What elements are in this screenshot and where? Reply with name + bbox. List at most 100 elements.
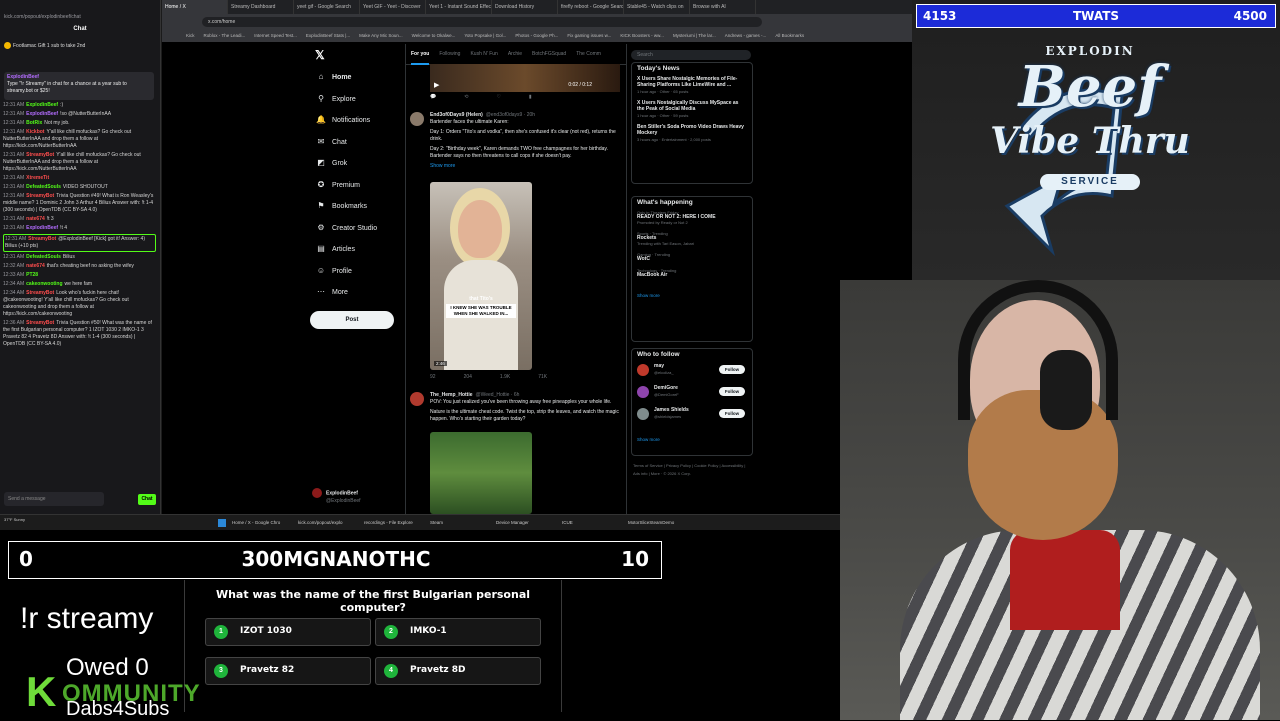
- bookmark-item[interactable]: Andrews - games -...: [725, 33, 767, 38]
- taskbar-app[interactable]: Device Manager: [496, 515, 529, 530]
- message-user[interactable]: DefeatedSouls: [26, 184, 61, 190]
- bookmark-item[interactable]: KICK Boosters - ww...: [620, 33, 664, 38]
- timeline-tab[interactable]: Kush N' Fun: [470, 44, 497, 64]
- message-user[interactable]: XtremeTit: [26, 175, 49, 181]
- nav-item-home[interactable]: ⌂ Home: [315, 70, 410, 84]
- tweet-avatar[interactable]: [410, 392, 424, 406]
- browser-tab[interactable]: Yeet GIF - Yeet - Discover: [360, 0, 426, 14]
- reply-count[interactable]: 92: [430, 374, 436, 380]
- bookmark-item[interactable]: Fix gaming issues w...: [567, 33, 611, 38]
- nav-item-profile[interactable]: ☺ Profile: [315, 264, 410, 278]
- search-input[interactable]: Search: [631, 50, 751, 60]
- message-user[interactable]: BotRix: [26, 120, 42, 126]
- taskbar-app[interactable]: MotorSliceSteamDemo: [628, 515, 674, 530]
- bookmark-item[interactable]: Roblox - The Leadi...: [204, 33, 246, 38]
- message-user[interactable]: ExplodinBeef: [26, 111, 58, 117]
- like-icon[interactable]: ♡: [496, 94, 500, 100]
- tweet-author[interactable]: End3of0Days9 (Helen) @end3of0days9 · 20h: [430, 112, 535, 118]
- taskbar-app[interactable]: Home / X - Google Chro: [232, 515, 280, 530]
- tweet-author[interactable]: The_Hemp_Hottie @Weed_Hottie · 6h: [430, 392, 519, 398]
- message-user[interactable]: cakeonwooting: [26, 281, 62, 287]
- retweet-icon[interactable]: ⟲: [464, 94, 468, 100]
- tweet-avatar[interactable]: [410, 112, 424, 126]
- tweet-image[interactable]: [430, 432, 532, 514]
- browser-tab[interactable]: Download History: [492, 0, 558, 14]
- trend-item[interactable]: Technology · Trending MacBook Air: [637, 268, 747, 278]
- message-user[interactable]: nate674: [26, 216, 45, 222]
- chat-url[interactable]: kick.com/popout/explodinbeef/chat: [4, 14, 156, 23]
- browser-tab[interactable]: Home / X: [162, 0, 228, 14]
- chat-message-list[interactable]: 12:31 AM ExplodinBeef:) 12:31 AM ExplodinBe…: [3, 102, 156, 484]
- nav-item-notifications[interactable]: 🔔 Notifications: [315, 113, 410, 127]
- like-count[interactable]: 1.9K: [500, 374, 510, 380]
- message-user[interactable]: StreamyBot: [26, 290, 54, 296]
- taskbar-app[interactable]: ICUE: [562, 515, 573, 530]
- nav-item-bookmarks[interactable]: ⚑ Bookmarks: [315, 199, 410, 213]
- footer-links[interactable]: Terms of Service | Privacy Policy | Cook…: [633, 462, 753, 478]
- nav-item-creator-studio[interactable]: ⚙ Creator Studio: [315, 221, 410, 235]
- play-icon[interactable]: ▶: [434, 81, 439, 89]
- news-item[interactable]: X Users Nostalgically Discuss MySpace as…: [637, 100, 747, 119]
- views-icon[interactable]: ▮: [529, 94, 532, 100]
- message-user[interactable]: nate674: [26, 263, 45, 269]
- follow-suggestion[interactable]: James Shields @shieldsjames Follow: [637, 406, 747, 428]
- chat-input[interactable]: Send a message: [4, 492, 104, 506]
- message-user[interactable]: ExplodinBeef: [26, 225, 58, 231]
- bookmark-item[interactable]: Make Any Mic Soun...: [359, 33, 403, 38]
- message-user[interactable]: ExplodinBeef: [26, 102, 58, 108]
- video-player[interactable]: ▶ 0:02 / 0:12: [430, 64, 620, 92]
- follow-suggestion[interactable]: may @elcoliza_ Follow: [637, 362, 747, 384]
- nav-item-chat[interactable]: ✉ Chat: [315, 135, 410, 149]
- bookmark-item[interactable]: Yoto Popsake | Gol...: [464, 33, 506, 38]
- show-more-link[interactable]: Show more: [637, 437, 660, 442]
- bookmark-item[interactable]: Photos - Google Ph...: [515, 33, 558, 38]
- message-user[interactable]: DefeatedSouls: [26, 254, 61, 260]
- nav-profile[interactable]: ExplodinBeef @ExplodinBeef: [312, 488, 407, 504]
- address-bar[interactable]: x.com/home: [202, 17, 762, 27]
- message-user[interactable]: PT28: [26, 272, 38, 278]
- bookmark-item[interactable]: Kick: [186, 33, 195, 38]
- follow-suggestion[interactable]: DemiGore @DemiGoreF Follow: [637, 384, 747, 406]
- weather-widget[interactable]: 37°F Sunny: [4, 517, 25, 522]
- trend-item[interactable]: Sports · Trending Rockets Trending with Ta…: [637, 231, 747, 246]
- timeline-tab[interactable]: The Comm: [576, 44, 601, 64]
- browser-tab[interactable]: yeet gif - Google Search: [294, 0, 360, 14]
- chat-send-button[interactable]: Chat: [138, 494, 156, 505]
- show-more-link[interactable]: Show more: [430, 163, 455, 169]
- bookmark-item[interactable]: ExplodinBeef Stats |...: [306, 33, 350, 38]
- follow-button[interactable]: Follow: [719, 387, 745, 396]
- bookmark-item[interactable]: All Bookmarks: [775, 33, 804, 38]
- trend-item[interactable]: Gaming · Trending WotC: [637, 252, 747, 262]
- post-button[interactable]: Post: [310, 311, 394, 329]
- tweet-actions[interactable]: 💬 ⟲ ♡ ▮: [430, 94, 560, 104]
- retweet-count[interactable]: 204: [464, 374, 472, 380]
- bookmark-item[interactable]: Welcome to Okalwe...: [412, 33, 456, 38]
- follow-button[interactable]: Follow: [719, 409, 745, 418]
- timeline-tab[interactable]: BotchFGSquad: [532, 44, 566, 64]
- browser-tab[interactable]: Browse with AI: [690, 0, 756, 14]
- browser-tab[interactable]: Yeet 1 - Instant Sound Effect: [426, 0, 492, 14]
- browser-tab[interactable]: firefly reboot - Google Search: [558, 0, 624, 14]
- taskbar-app[interactable]: Steam: [430, 515, 443, 530]
- nav-item-explore[interactable]: ⚲ Explore: [315, 92, 410, 106]
- tweet-stats[interactable]: 92 204 1.9K 71K: [430, 374, 575, 384]
- x-logo-icon[interactable]: 𝕏: [315, 48, 329, 62]
- news-item[interactable]: Ben Stiller's Soda Promo Video Draws Hea…: [637, 124, 747, 143]
- nav-item-grok[interactable]: ◩ Grok: [315, 156, 410, 170]
- timeline-tab[interactable]: Archie: [508, 44, 522, 64]
- trend-item[interactable]: Only in Theaters Friday READY OR NOT 2: H…: [637, 210, 747, 225]
- bookmark-item[interactable]: Internet Speed Test...: [254, 33, 297, 38]
- browser-tab[interactable]: Streamy Dashboard: [228, 0, 294, 14]
- follow-button[interactable]: Follow: [719, 365, 745, 374]
- timeline-tab[interactable]: For you: [411, 45, 430, 65]
- timeline-tab[interactable]: Following: [439, 44, 460, 64]
- nav-item-premium[interactable]: ✪ Premium: [315, 178, 410, 192]
- message-user[interactable]: StreamyBot: [26, 193, 54, 199]
- bookmark-item[interactable]: Mysteriumi | The lar...: [673, 33, 716, 38]
- message-user[interactable]: StreamyBot: [28, 236, 56, 242]
- taskbar-app[interactable]: recordings - File Explore: [364, 515, 413, 530]
- browser-tab[interactable]: Stable45 - Watch clips on: [624, 0, 690, 14]
- windows-start-icon[interactable]: [218, 519, 226, 527]
- message-user[interactable]: StreamyBot: [26, 320, 54, 326]
- taskbar-app[interactable]: kick.com/popout/explo: [298, 515, 343, 530]
